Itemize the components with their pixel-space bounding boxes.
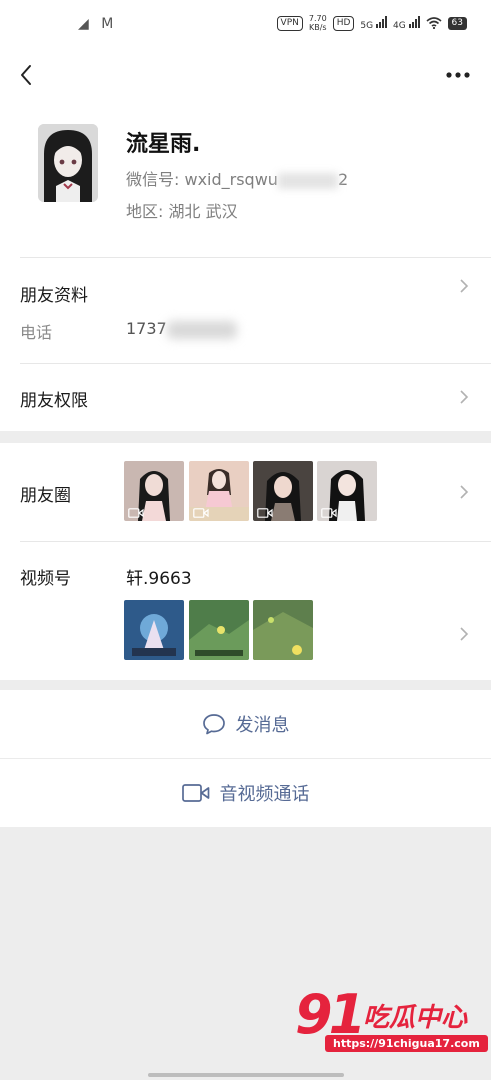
video-camera-icon	[181, 784, 209, 802]
video-camera-icon	[128, 508, 144, 518]
chevron-right-icon	[460, 485, 469, 499]
signal-5g-icon: 5G	[360, 15, 387, 31]
video-camera-icon	[321, 508, 337, 518]
permissions-label: 朋友权限	[20, 391, 88, 411]
battery-icon: 63	[447, 16, 467, 30]
friend-info-label: 朋友资料	[20, 286, 88, 306]
home-indicator[interactable]	[148, 1073, 344, 1077]
friend-info-section: 朋友资料 电话 1737 朋友权限	[0, 257, 491, 431]
contact-name: 流星雨.	[126, 132, 201, 157]
notification-icons: ◢ M	[78, 16, 118, 32]
channel-thumbnail	[253, 600, 313, 660]
channel-thumbnail	[124, 600, 184, 660]
friend-info-row[interactable]: 朋友资料 电话 1737	[0, 257, 491, 363]
watermark-logo: 91 吃瓜中心 https://91chigua17.com	[295, 985, 488, 1059]
phone-label: 电话	[20, 323, 53, 342]
wechat-id: 微信号: wxid_rsqwu 2	[126, 170, 349, 189]
hd-indicator: HD	[332, 15, 355, 31]
watermark-text: 吃瓜中心	[363, 1003, 468, 1033]
chat-bubble-icon	[202, 714, 225, 735]
video-camera-icon	[193, 508, 209, 518]
chevron-right-icon	[460, 390, 469, 404]
status-indicators: VPN 7.70 KB/s HD 5G 4G 63	[276, 14, 467, 32]
permissions-row[interactable]: 朋友权限	[0, 364, 491, 431]
wifi-icon	[426, 17, 442, 29]
video-call-button[interactable]: 音视频通话	[0, 759, 491, 827]
nav-bar	[0, 50, 491, 102]
moments-thumbnail	[317, 461, 377, 521]
channel-thumbnail	[189, 600, 249, 660]
chevron-right-icon	[460, 627, 469, 641]
moments-row[interactable]: 朋友圈	[0, 443, 491, 541]
profile-header: 流星雨. 微信号: wxid_rsqwu 2 地区: 湖北 武汉	[0, 102, 491, 257]
moments-thumbnail	[253, 461, 313, 521]
channels-row[interactable]: 视频号 轩.9663	[0, 542, 491, 680]
moments-section: 朋友圈 视频号 轩.9663	[0, 443, 491, 680]
moments-label: 朋友圈	[20, 486, 71, 506]
send-message-button[interactable]: 发消息	[0, 690, 491, 758]
net-speed: 7.70 KB/s	[308, 14, 327, 32]
moments-thumbnail	[124, 461, 184, 521]
signal-4g-icon: 4G	[393, 15, 420, 31]
vpn-indicator: VPN	[276, 15, 303, 31]
redacted-blur	[166, 320, 237, 339]
send-message-label: 发消息	[235, 715, 290, 736]
more-options-icon[interactable]	[443, 62, 473, 88]
watermark-url: https://91chigua17.com	[325, 1035, 488, 1052]
channels-label: 视频号	[20, 569, 71, 589]
avatar[interactable]	[38, 124, 98, 202]
region: 地区: 湖北 武汉	[126, 202, 238, 221]
back-chevron-icon[interactable]	[14, 60, 40, 90]
video-call-label: 音视频通话	[219, 784, 310, 805]
channel-name: 轩.9663	[126, 569, 192, 589]
phone-number[interactable]: 1737	[126, 319, 237, 339]
chevron-right-icon	[460, 279, 469, 293]
redacted-blur	[277, 172, 338, 189]
status-bar: ◢ M VPN 7.70 KB/s HD 5G 4G 63	[0, 0, 491, 50]
video-camera-icon	[257, 508, 273, 518]
moments-thumbnail	[189, 461, 249, 521]
